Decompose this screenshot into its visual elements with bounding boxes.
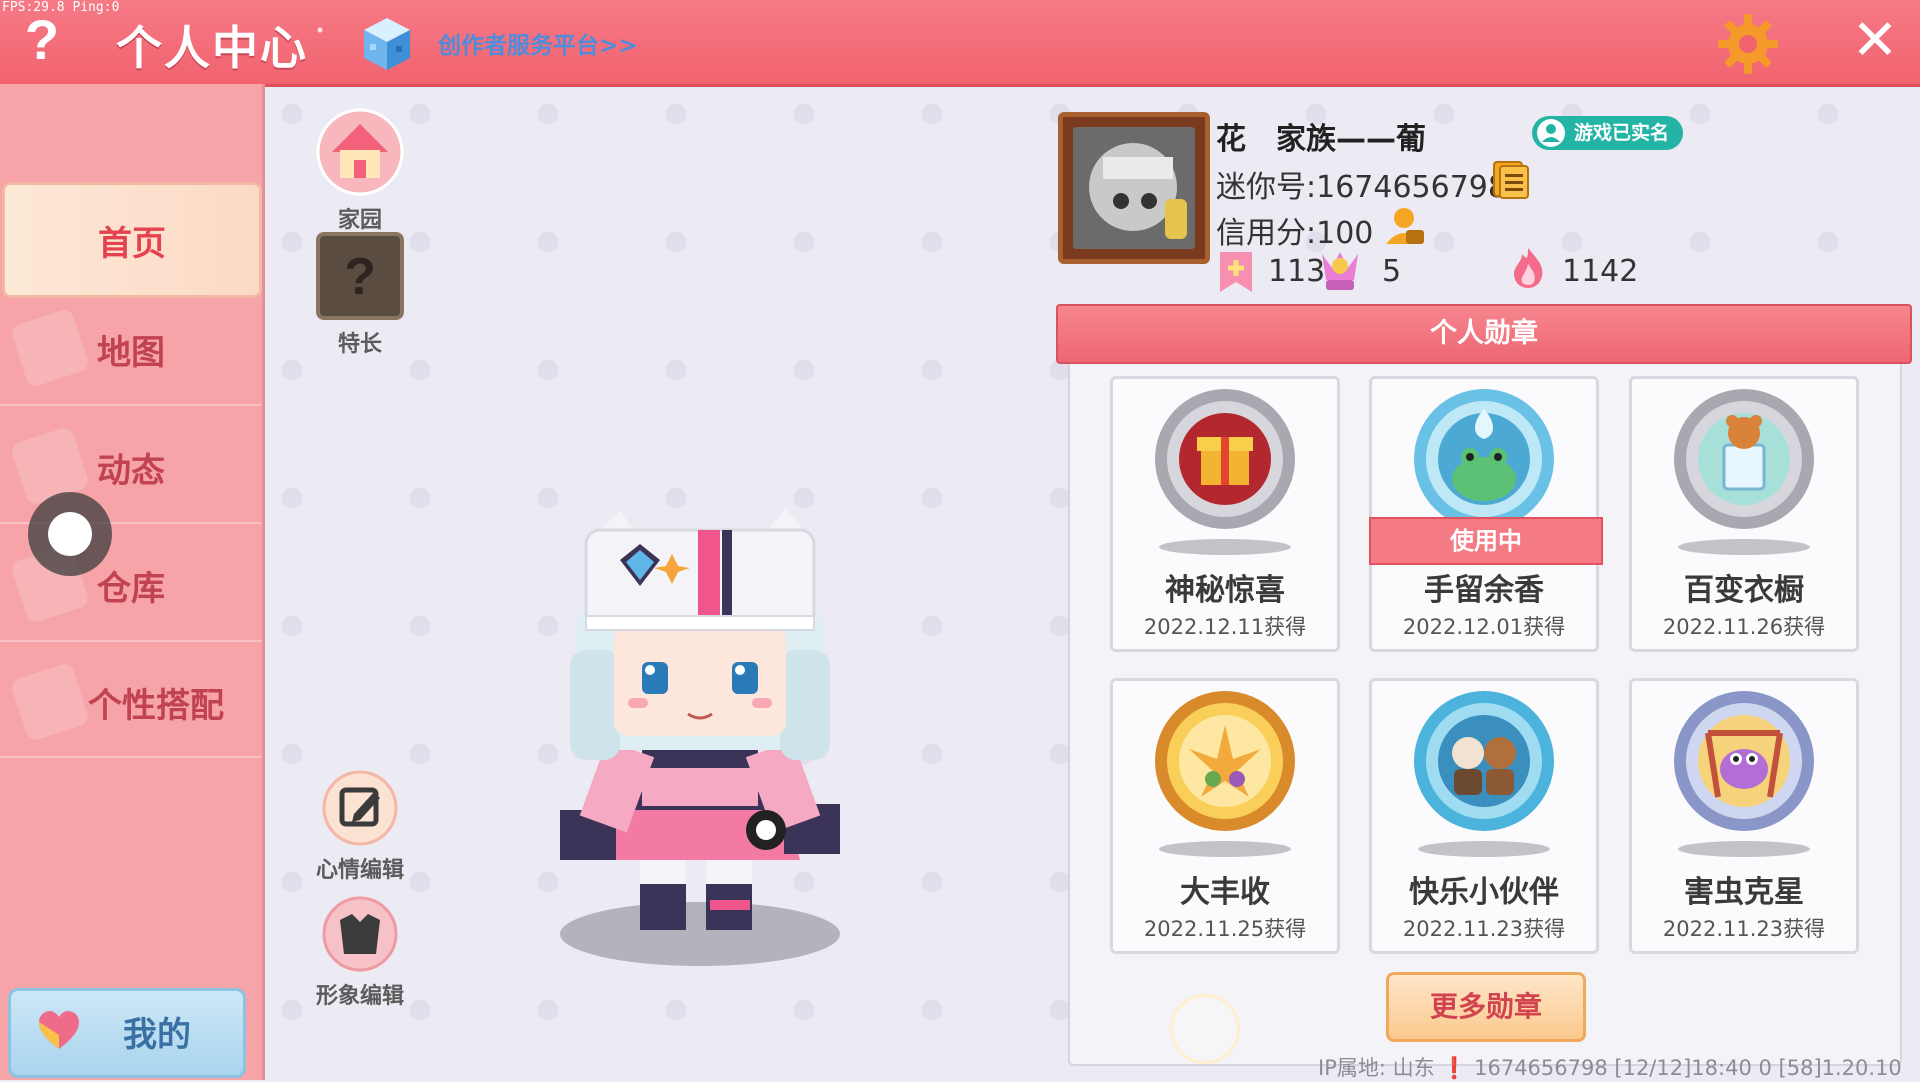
outfit-edit-icon: [322, 896, 398, 972]
copy-icon[interactable]: [1492, 160, 1530, 200]
question-block-icon: ?: [316, 232, 404, 320]
skill-tool-label: 特长: [337, 332, 382, 357]
medal-date: 2022.11.25获得: [1143, 917, 1307, 941]
heart-icon: [39, 1011, 79, 1049]
mood-edit-label: 心情编辑: [315, 858, 404, 883]
medal-shadow: [1159, 539, 1291, 555]
sidebar: 首页 地图 动态 仓库 个性搭配: [0, 84, 265, 1080]
avatar-image: [1073, 127, 1195, 249]
home-tool-label: 家园: [337, 208, 382, 233]
medal-panel-header: 个人勋章: [1056, 304, 1912, 364]
sidebar-item-label: 地图: [97, 332, 165, 373]
help-button[interactable]: ?: [18, 10, 66, 70]
outfit-icon: [9, 661, 91, 743]
mood-edit-tool[interactable]: 心情编辑: [300, 770, 420, 884]
wardrobe-medal-icon: [1674, 389, 1814, 529]
avatar[interactable]: [1058, 112, 1210, 264]
me-button-label: 我的: [123, 1015, 191, 1055]
joystick-knob[interactable]: [48, 512, 92, 556]
mini-id: 迷你号:1674656798: [1216, 170, 1507, 205]
medal-date: 2022.11.23获得: [1402, 917, 1566, 941]
medal-name: 大丰收: [1180, 875, 1270, 910]
verified-label: 游戏已实名: [1574, 122, 1670, 144]
pest-buster-medal-icon: [1674, 691, 1814, 831]
medal-name: 百变衣橱: [1684, 573, 1804, 608]
more-medals-button[interactable]: 更多勋章: [1386, 972, 1586, 1042]
fans-count: 5: [1382, 254, 1402, 289]
close-icon[interactable]: ✕: [1846, 12, 1904, 70]
player-character[interactable]: [530, 500, 870, 980]
skill-tool[interactable]: ? 特长: [310, 232, 410, 358]
home-tool[interactable]: 家园: [310, 108, 410, 234]
me-button[interactable]: 我的: [8, 988, 246, 1078]
medal-date: 2022.12.01获得: [1402, 615, 1566, 639]
buddies-medal-icon: [1414, 691, 1554, 831]
medal-card[interactable]: 害虫克星 2022.11.23获得: [1629, 678, 1859, 954]
medal-shadow: [1418, 841, 1550, 857]
medal-shadow: [1678, 539, 1810, 555]
medal-date: 2022.12.11获得: [1143, 615, 1307, 639]
medal-date: 2022.11.26获得: [1662, 615, 1826, 639]
medal-card[interactable]: 使用中 手留余香 2022.12.01获得: [1369, 376, 1603, 652]
verified-user-icon: [1537, 119, 1565, 147]
medal-name: 神秘惊喜: [1165, 573, 1285, 608]
frog-medal-icon: [1414, 389, 1554, 529]
credit-score: 信用分:100: [1216, 216, 1374, 251]
floating-joystick[interactable]: [28, 492, 112, 576]
mystery-gift-medal-icon: [1155, 389, 1295, 529]
avatar-edit-label: 形象编辑: [315, 984, 404, 1009]
medal-name: 快乐小伙伴: [1409, 875, 1559, 910]
edit-pencil-icon: [322, 770, 398, 846]
harvest-medal-icon: [1155, 691, 1295, 831]
fire-icon: [1514, 248, 1543, 288]
footer-info: IP属地: 山东 ❗ 1674656798 [12/12]18:40 0 [58…: [1318, 1056, 1902, 1080]
sidebar-item-label: 首页: [98, 223, 166, 264]
credit-user-icon[interactable]: [1384, 204, 1426, 246]
gear-icon[interactable]: [1716, 12, 1780, 76]
top-bar: FPS:29.8 Ping:0 ? 个人中心 创作者服务平台>> ✕: [0, 0, 1920, 87]
sidebar-item-map[interactable]: 地图: [0, 294, 262, 406]
medal-shadow: [1678, 841, 1810, 857]
sidebar-item-label: 动态: [97, 450, 165, 491]
in-use-banner: 使用中: [1369, 517, 1603, 565]
svg-text:?: ?: [344, 248, 376, 306]
sidebar-item-label: 仓库: [97, 568, 165, 609]
sidebar-item-label: 个性搭配: [88, 685, 224, 726]
medal-card[interactable]: 快乐小伙伴 2022.11.23获得: [1369, 678, 1599, 954]
medal-card[interactable]: 大丰收 2022.11.25获得: [1110, 678, 1340, 954]
like-flag-icon: [1220, 252, 1252, 292]
medal-name: 手留余香: [1424, 573, 1544, 608]
cube-icon[interactable]: [362, 16, 412, 72]
verified-badge[interactable]: 游戏已实名: [1532, 116, 1684, 150]
medal-date: 2022.11.23获得: [1662, 917, 1826, 941]
sidebar-item-outfit[interactable]: 个性搭配: [0, 648, 262, 758]
avatar-edit-tool[interactable]: 形象编辑: [300, 896, 420, 1010]
touch-ring-indicator: [1170, 994, 1240, 1064]
medal-name: 害虫克星: [1684, 875, 1804, 910]
house-icon: [316, 108, 404, 196]
medal-card[interactable]: 百变衣橱 2022.11.26获得: [1629, 376, 1859, 652]
map-icon: [9, 307, 91, 389]
heat-count: 1142: [1562, 254, 1639, 289]
fans-trophy-icon: [1322, 252, 1358, 290]
sidebar-item-home[interactable]: 首页: [2, 182, 262, 298]
username: 花 家族——葡: [1216, 122, 1426, 157]
likes-count: 113: [1268, 254, 1326, 289]
page-title: 个人中心: [116, 21, 308, 75]
medal-shadow: [1159, 841, 1291, 857]
creator-platform-link[interactable]: 创作者服务平台>>: [438, 26, 638, 60]
medal-card[interactable]: 神秘惊喜 2022.12.11获得: [1110, 376, 1340, 652]
